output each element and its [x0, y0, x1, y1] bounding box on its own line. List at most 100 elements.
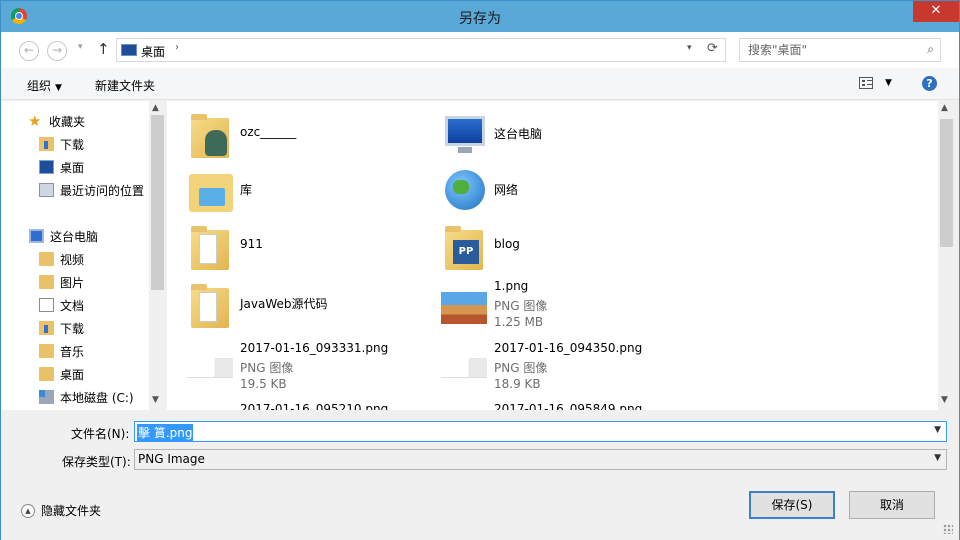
sidebar-item-local-disk[interactable]: 本地磁盘 (C:) [39, 386, 134, 408]
forward-button[interactable]: → [47, 41, 67, 61]
item-name: 2017-01-16_095849.png [494, 402, 643, 410]
item-size: 19.5 KB [240, 377, 287, 391]
list-item[interactable]: 网络 [421, 162, 671, 218]
sidebar-item-pictures[interactable]: 图片 [39, 271, 84, 293]
title-bar[interactable]: 另存为 ✕ [1, 1, 959, 32]
cancel-button[interactable]: 取消 [849, 491, 935, 519]
sidebar-item-desktop-pc[interactable]: 桌面 [39, 363, 84, 385]
desktop-icon [121, 44, 137, 56]
item-name: 库 [240, 183, 253, 197]
this-pc-icon [29, 229, 44, 243]
list-item[interactable]: JavaWeb源代码 [167, 276, 417, 332]
filetype-select[interactable]: PNG Image ▼ [134, 449, 947, 470]
scrollbar-thumb[interactable] [151, 115, 164, 290]
address-bar[interactable]: 桌面 › ▾ ⟳ [116, 38, 726, 62]
view-dropdown-icon[interactable]: ▼ [885, 78, 892, 88]
hide-folders-label: 隐藏文件夹 [41, 504, 102, 518]
sidebar-item-this-pc[interactable]: 这台电脑 [29, 225, 98, 247]
view-options-icon[interactable] [859, 77, 873, 89]
list-item[interactable]: 这台电脑 [421, 106, 671, 162]
sidebar-item-favorites[interactable]: ★ 收藏夹 [28, 110, 85, 132]
sidebar-item-label: 桌面 [60, 367, 85, 382]
scrollbar-thumb[interactable] [940, 119, 953, 247]
desktop-icon [39, 367, 54, 381]
search-box[interactable]: ⌕ [739, 38, 941, 62]
desktop-icon [39, 160, 54, 174]
recent-locations-dropdown-icon[interactable]: ▾ [78, 42, 83, 52]
scroll-down-icon[interactable]: ▼ [941, 395, 948, 405]
item-size: 18.9 KB [494, 377, 541, 391]
scroll-up-icon[interactable]: ▲ [941, 103, 948, 113]
save-form: 文件名(N): 擊 篔.png ▼ 保存类型(T): PNG Image ▼ ▲… [1, 410, 959, 540]
list-item[interactable]: 911 [167, 218, 417, 274]
sidebar-item-videos[interactable]: 视频 [39, 248, 84, 270]
item-name: ozc______ [240, 125, 297, 139]
address-path[interactable]: 桌面 [141, 43, 165, 60]
list-item[interactable]: 2017-01-16_095210.png [167, 400, 417, 410]
sidebar-item-label: 图片 [60, 275, 85, 290]
list-item[interactable]: ozc______ [167, 106, 417, 162]
chevron-down-icon[interactable]: ▼ [934, 425, 941, 435]
save-button[interactable]: 保存(S) [749, 491, 835, 519]
documents-icon [39, 298, 54, 312]
filename-label: 文件名(N): [71, 427, 130, 441]
sidebar-scrollbar[interactable]: ▲ ▼ [149, 101, 166, 410]
scroll-down-icon[interactable]: ▼ [152, 395, 159, 405]
list-item[interactable]: 库 [167, 162, 417, 218]
pictures-icon [39, 275, 54, 289]
downloads-icon [39, 321, 54, 335]
organize-button[interactable]: 组织 ▼ [27, 77, 62, 94]
image-thumbnail-icon [441, 344, 489, 392]
resize-grip-icon[interactable] [943, 524, 953, 534]
filetype-label: 保存类型(T): [62, 455, 131, 469]
sidebar-item-label: 文档 [60, 298, 85, 313]
search-icon[interactable]: ⌕ [927, 42, 934, 57]
item-name: 2017-01-16_094350.png [494, 341, 643, 355]
filename-field[interactable]: 擊 篔.png ▼ [134, 421, 947, 442]
file-list: ozc______ 这台电脑 库 网络 911 PP blog JavaWeb源… [167, 101, 938, 410]
sidebar-item-documents[interactable]: 文档 [39, 294, 84, 316]
sidebar-item-label: 音乐 [60, 344, 85, 359]
up-button[interactable]: ↑ [97, 40, 110, 58]
sidebar-item-desktop[interactable]: 桌面 [39, 156, 84, 178]
chevron-down-icon[interactable]: ▼ [934, 453, 941, 463]
chevron-down-icon: ▼ [55, 83, 62, 93]
videos-icon [39, 252, 54, 266]
drive-icon [39, 390, 54, 404]
list-item[interactable]: 1.png PNG 图像 1.25 MB [421, 276, 671, 332]
hide-folders-toggle[interactable]: ▲ 隐藏文件夹 [21, 502, 101, 519]
filename-value[interactable]: 擊 篔.png [137, 424, 194, 441]
item-name: 这台电脑 [494, 127, 543, 141]
list-item[interactable]: 2017-01-16_093331.png PNG 图像 19.5 KB [167, 338, 417, 394]
item-type: PNG 图像 [494, 299, 548, 313]
list-item[interactable]: 2017-01-16_095849.png [421, 400, 671, 410]
music-icon [39, 344, 54, 358]
refresh-icon[interactable]: ⟳ [707, 41, 718, 56]
help-icon[interactable]: ? [922, 76, 937, 91]
file-list-scrollbar[interactable]: ▲ ▼ [938, 101, 955, 410]
recent-places-icon [39, 183, 54, 197]
new-folder-button[interactable]: 新建文件夹 [95, 77, 155, 94]
navigation-pane: ★ 收藏夹 下载 桌面 最近访问的位置 这台电脑 视频 图片 文档 下载 音乐 桌 [1, 101, 166, 410]
sidebar-item-downloads-pc[interactable]: 下载 [39, 317, 84, 339]
item-name: 网络 [494, 183, 519, 197]
back-button[interactable]: ← [19, 41, 39, 61]
sidebar-item-recent-places[interactable]: 最近访问的位置 [39, 179, 144, 201]
close-button[interactable]: ✕ [913, 1, 959, 22]
image-thumbnail-icon [441, 282, 489, 330]
list-item[interactable]: PP blog [421, 218, 671, 274]
scroll-up-icon[interactable]: ▲ [152, 103, 159, 113]
sidebar-item-label: 这台电脑 [50, 229, 99, 244]
item-name: 1.png [494, 279, 529, 293]
sidebar-item-label: 最近访问的位置 [60, 183, 145, 198]
breadcrumb-separator[interactable]: › [175, 42, 179, 53]
filetype-value: PNG Image [138, 452, 205, 466]
item-name: 2017-01-16_093331.png [240, 341, 389, 355]
address-dropdown-icon[interactable]: ▾ [687, 43, 692, 53]
star-icon: ★ [28, 112, 42, 130]
sidebar-item-music[interactable]: 音乐 [39, 340, 84, 362]
folder-icon [187, 224, 235, 272]
list-item[interactable]: 2017-01-16_094350.png PNG 图像 18.9 KB [421, 338, 671, 394]
sidebar-item-downloads[interactable]: 下载 [39, 133, 84, 155]
search-input[interactable] [748, 43, 908, 57]
